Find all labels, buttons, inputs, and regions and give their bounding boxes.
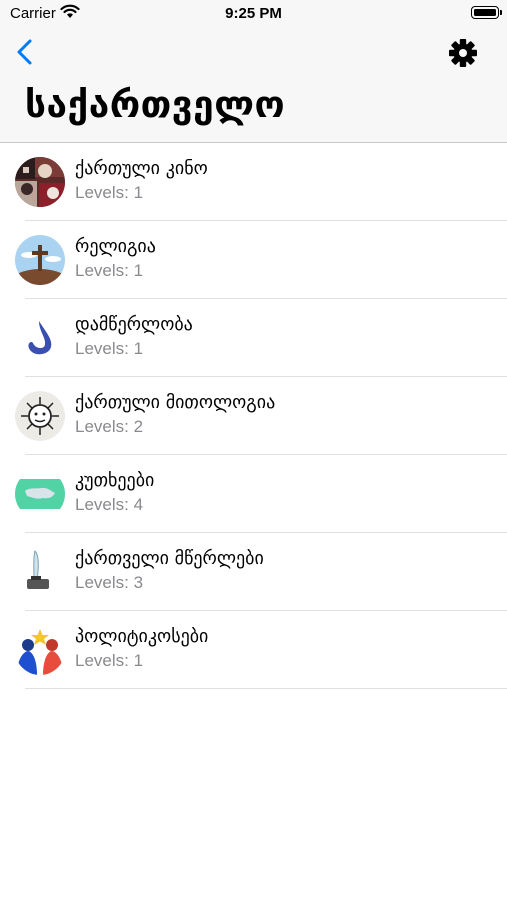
item-title: პოლიტიკოსები [75,626,209,647]
item-title: ქართული კინო [75,158,208,179]
levels-count: 1 [133,651,144,670]
list-item[interactable]: ქართველი მწერლები Levels: 3 [0,533,507,611]
status-bar: Carrier 9:25 PM [0,0,507,28]
battery-icon [471,6,502,19]
navigation-header: Carrier 9:25 PM საქართველო [0,0,507,143]
levels-count: 1 [133,183,144,202]
item-levels: Levels: 2 [75,417,143,437]
levels-label: Levels: [75,339,129,358]
gear-icon [449,39,477,67]
item-levels: Levels: 4 [75,495,143,515]
status-time: 9:25 PM [225,5,282,22]
item-levels: Levels: 1 [75,339,143,359]
list-item[interactable]: პოლიტიკოსები Levels: 1 [0,611,507,689]
list-item[interactable]: დამწერლობა Levels: 1 [0,299,507,377]
map-icon [15,469,65,519]
item-title: რელიგია [75,236,156,257]
levels-label: Levels: [75,651,129,670]
item-title: ქართველი მწერლები [75,548,264,569]
chevron-left-icon [17,39,32,65]
levels-label: Levels: [75,183,129,202]
item-title: კუთხეები [75,470,155,491]
levels-count: 4 [133,495,144,514]
back-button[interactable] [12,36,40,68]
quill-inkwell-icon [15,547,65,597]
list-item[interactable]: ქართული კინო Levels: 1 [0,143,507,221]
item-title: ქართული მითოლოგია [75,392,276,413]
item-title: დამწერლობა [75,314,193,335]
levels-label: Levels: [75,261,129,280]
item-levels: Levels: 1 [75,183,143,203]
category-list: ქართული კინო Levels: 1 რელიგია Levels: 1 [0,143,507,689]
list-item[interactable]: რელიგია Levels: 1 [0,221,507,299]
levels-label: Levels: [75,495,129,514]
list-item[interactable]: ქართული მითოლოგია Levels: 2 [0,377,507,455]
levels-count: 1 [133,261,144,280]
item-levels: Levels: 1 [75,651,143,671]
politicians-icon [15,625,65,675]
levels-count: 3 [133,573,144,592]
levels-label: Levels: [75,417,129,436]
item-levels: Levels: 3 [75,573,143,593]
levels-count: 1 [133,339,144,358]
page-title: საქართველო [25,83,286,126]
sun-face-icon [15,391,65,441]
item-levels: Levels: 1 [75,261,143,281]
ink-drop-icon [15,313,65,363]
list-item[interactable]: კუთხეები Levels: 4 [0,455,507,533]
row-separator [25,688,507,689]
levels-label: Levels: [75,573,129,592]
cross-icon [15,235,65,285]
levels-count: 2 [133,417,144,436]
film-collage-icon [15,157,65,207]
settings-button[interactable] [446,37,480,69]
